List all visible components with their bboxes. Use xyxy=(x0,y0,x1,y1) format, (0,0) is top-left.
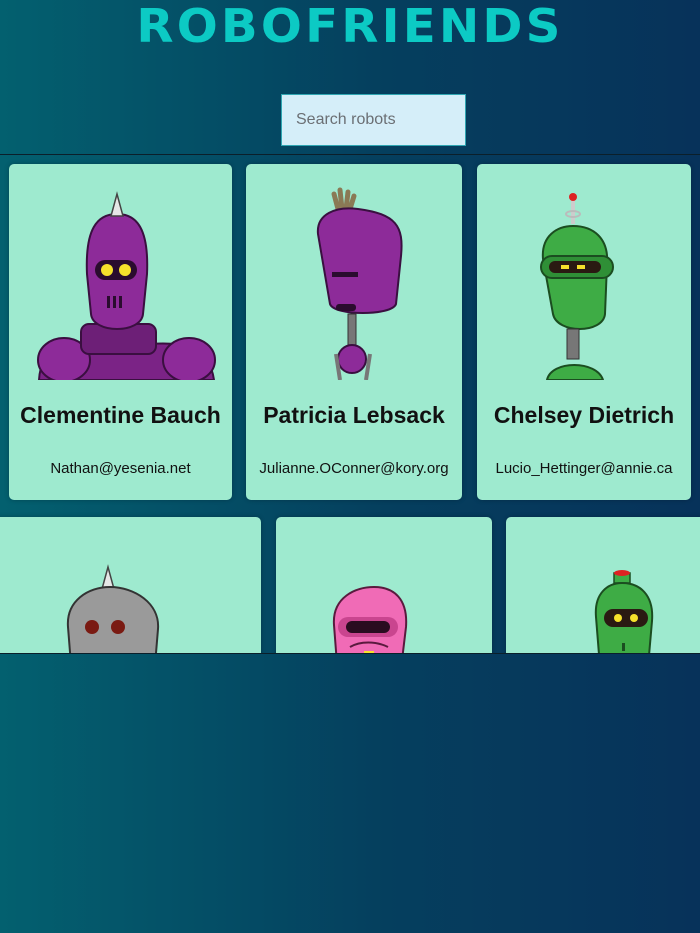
robot-avatar xyxy=(332,585,408,653)
robot-card[interactable]: Clementine Bauch Nathan@yesenia.net xyxy=(9,164,232,500)
robot-name: Clementine Bauch xyxy=(20,402,221,428)
robot-avatar xyxy=(540,193,614,380)
robot-card[interactable] xyxy=(506,517,700,653)
robot-avatar xyxy=(594,570,654,653)
search-input[interactable] xyxy=(281,94,466,146)
robot-avatar xyxy=(66,564,160,653)
app-title: ROBOFRIENDS xyxy=(136,0,564,53)
robot-avatar xyxy=(316,187,403,380)
robot-card[interactable]: Chelsey Dietrich Lucio_Hettinger@annie.c… xyxy=(477,164,691,500)
robot-card[interactable] xyxy=(0,517,261,653)
robot-name: Chelsey Dietrich xyxy=(493,402,675,428)
robot-email: Nathan@yesenia.net xyxy=(50,460,191,477)
robot-card-list[interactable]: Clementine Bauch Nathan@yesenia.net Patr… xyxy=(0,154,700,654)
robot-email: Julianne.OConner@kory.org xyxy=(259,460,449,477)
robot-card[interactable] xyxy=(276,517,492,653)
robot-email: Lucio_Hettinger@annie.ca xyxy=(495,460,673,477)
robot-avatar xyxy=(37,191,216,380)
robot-card[interactable]: Patricia Lebsack Julianne.OConner@kory.o… xyxy=(246,164,462,500)
robot-name: Patricia Lebsack xyxy=(263,402,445,428)
